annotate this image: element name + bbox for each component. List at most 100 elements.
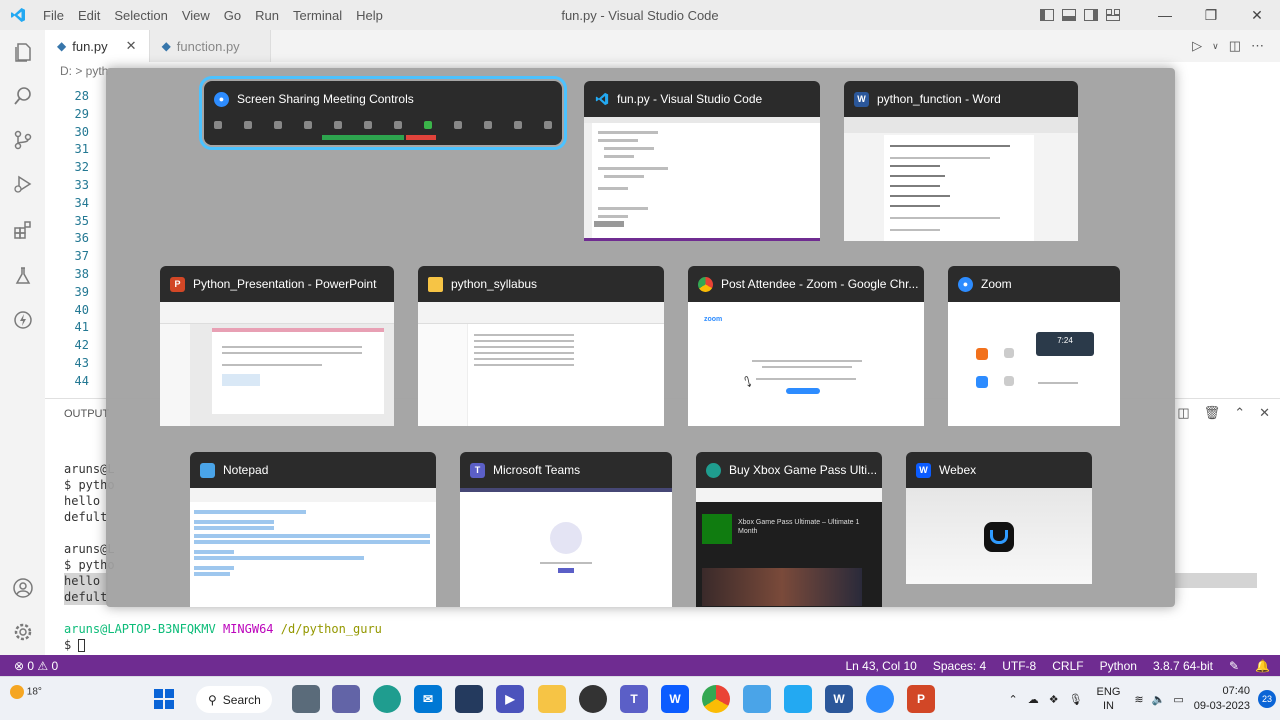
chevron-down-icon[interactable]: ∨ bbox=[1212, 41, 1219, 52]
card-title: Buy Xbox Game Pass Ulti... bbox=[729, 463, 878, 477]
switcher-card-webex[interactable]: W Webex bbox=[906, 452, 1092, 584]
switcher-card-notepad[interactable]: Notepad bbox=[190, 452, 436, 607]
language-mode[interactable]: Python bbox=[1100, 659, 1137, 673]
extensions-icon[interactable] bbox=[0, 210, 45, 250]
breadcrumb[interactable]: D: > pyth bbox=[60, 64, 108, 78]
indentation[interactable]: Spaces: 4 bbox=[933, 659, 986, 673]
card-title: Microsoft Teams bbox=[493, 463, 581, 477]
menu-help[interactable]: Help bbox=[349, 8, 390, 23]
python-interpreter[interactable]: 3.8.7 64-bit bbox=[1153, 659, 1213, 673]
task-view-icon[interactable] bbox=[292, 685, 320, 713]
close-panel-icon[interactable]: ✕ bbox=[1259, 405, 1270, 421]
webex-taskbar-icon[interactable]: W bbox=[661, 685, 689, 713]
run-python-file-icon[interactable]: ▷ bbox=[1192, 38, 1202, 54]
menu-file[interactable]: File bbox=[36, 8, 71, 23]
encoding[interactable]: UTF-8 bbox=[1002, 659, 1036, 673]
accounts-icon[interactable] bbox=[0, 568, 45, 608]
microphone-icon[interactable]: 🎙 bbox=[1069, 693, 1083, 706]
split-editor-icon[interactable]: ◫ bbox=[1229, 38, 1241, 54]
vscode-taskbar-icon[interactable] bbox=[784, 685, 812, 713]
lightning-icon[interactable] bbox=[0, 300, 45, 340]
settings-gear-icon[interactable] bbox=[0, 612, 45, 652]
switcher-card-powerpoint[interactable]: P Python_Presentation - PowerPoint bbox=[160, 266, 394, 426]
switcher-card-vscode[interactable]: fun.py - Visual Studio Code bbox=[584, 81, 820, 241]
tab-function-py[interactable]: ◆ function.py bbox=[149, 30, 271, 62]
powerpoint-taskbar-icon[interactable]: P bbox=[907, 685, 935, 713]
media-player-icon[interactable]: ▶ bbox=[496, 685, 524, 713]
clock[interactable]: 07:40 09-03-2023 bbox=[1194, 684, 1250, 714]
menu-go[interactable]: Go bbox=[217, 8, 248, 23]
panel-tab-output[interactable]: OUTPUT bbox=[64, 408, 109, 420]
vscode-icon bbox=[594, 92, 609, 107]
battery-icon[interactable]: ▭ bbox=[1173, 693, 1183, 706]
menu-run[interactable]: Run bbox=[248, 8, 286, 23]
wifi-icon[interactable]: ≋ bbox=[1134, 693, 1143, 706]
chrome-taskbar-icon[interactable] bbox=[702, 685, 730, 713]
terminal-input-line[interactable]: $ bbox=[64, 638, 86, 652]
taskbar-search[interactable]: ⚲ Search bbox=[196, 686, 272, 713]
start-windows-icon[interactable] bbox=[150, 685, 178, 713]
language-indicator[interactable]: ENG IN bbox=[1097, 685, 1121, 713]
explorer-icon[interactable] bbox=[0, 32, 45, 72]
cursor-position[interactable]: Ln 43, Col 10 bbox=[845, 659, 916, 673]
menu-selection[interactable]: Selection bbox=[107, 8, 174, 23]
switcher-card-chrome[interactable]: Post Attendee - Zoom - Google Chr... zoo… bbox=[688, 266, 924, 426]
line-ending[interactable]: CRLF bbox=[1052, 659, 1083, 673]
switcher-card-teams[interactable]: T Microsoft Teams bbox=[460, 452, 672, 607]
run-debug-icon[interactable] bbox=[0, 164, 45, 204]
chat-icon[interactable] bbox=[332, 685, 360, 713]
kill-terminal-icon[interactable]: 🗑 bbox=[1204, 405, 1221, 421]
toggle-secondary-sidebar-icon[interactable] bbox=[1080, 5, 1102, 25]
switcher-card-zoom-controls[interactable]: ● Screen Sharing Meeting Controls bbox=[199, 76, 567, 150]
zoom-taskbar-icon[interactable] bbox=[866, 685, 894, 713]
menu-view[interactable]: View bbox=[175, 8, 217, 23]
terminal-line: hello bbox=[64, 494, 101, 508]
customize-layout-icon[interactable] bbox=[1102, 5, 1124, 25]
notifications-bell-icon[interactable]: 🔔 bbox=[1255, 659, 1270, 673]
onedrive-icon[interactable]: ☁ bbox=[1028, 693, 1039, 706]
title-bar: File Edit Selection View Go Run Terminal… bbox=[0, 0, 1280, 30]
split-terminal-icon[interactable]: ◫ bbox=[1177, 405, 1189, 421]
more-actions-icon[interactable]: ⋯ bbox=[1251, 38, 1264, 54]
weather-widget[interactable]: 18° bbox=[10, 685, 42, 699]
teams-taskbar-icon[interactable]: T bbox=[620, 685, 648, 713]
problems-indicator[interactable]: ⊗ 0 ⚠ 0 bbox=[0, 659, 58, 673]
menu-terminal[interactable]: Terminal bbox=[286, 8, 349, 23]
line-number: 31 bbox=[74, 142, 89, 157]
toggle-sidebar-icon[interactable] bbox=[1036, 5, 1058, 25]
line-number-gutter: 28 29 30 31 32 33 34 35 36 37 38 39 40 4… bbox=[45, 89, 89, 392]
search-icon[interactable] bbox=[0, 76, 45, 116]
task-switcher: ● Screen Sharing Meeting Controls fun.py … bbox=[106, 68, 1175, 607]
switcher-card-zoom[interactable]: ● Zoom 7:24 bbox=[948, 266, 1120, 426]
testing-flask-icon[interactable] bbox=[0, 256, 45, 296]
github-icon[interactable] bbox=[579, 685, 607, 713]
switcher-card-word[interactable]: Wpython_function - Word bbox=[844, 81, 1078, 241]
line-number: 29 bbox=[74, 106, 89, 121]
close-window-button[interactable]: ✕ bbox=[1234, 0, 1280, 30]
notification-badge[interactable]: 23 bbox=[1258, 690, 1276, 708]
toggle-panel-icon[interactable] bbox=[1058, 5, 1080, 25]
file-explorer-icon[interactable] bbox=[538, 685, 566, 713]
dropbox-icon[interactable]: ❖ bbox=[1049, 693, 1059, 706]
feedback-icon[interactable]: ✎ bbox=[1229, 659, 1239, 673]
chevron-up-icon[interactable]: ⌃ bbox=[1008, 693, 1017, 706]
edge-taskbar-icon[interactable] bbox=[373, 685, 401, 713]
switcher-card-edge[interactable]: Buy Xbox Game Pass Ulti... Xbox Game Pas… bbox=[696, 452, 882, 607]
volume-icon[interactable]: 🔈 bbox=[1152, 693, 1166, 706]
zoom-icon: ● bbox=[958, 276, 973, 292]
source-control-icon[interactable] bbox=[0, 120, 45, 160]
close-tab-icon[interactable]: ✕ bbox=[126, 38, 137, 54]
restore-button[interactable]: ❐ bbox=[1188, 0, 1234, 30]
tab-fun-py[interactable]: ◆ fun.py ✕ bbox=[45, 30, 150, 62]
teams-icon: T bbox=[470, 462, 485, 478]
mail-icon[interactable]: ✉ bbox=[414, 685, 442, 713]
word-taskbar-icon[interactable]: W bbox=[825, 685, 853, 713]
card-thumbnail bbox=[190, 488, 436, 607]
menu-edit[interactable]: Edit bbox=[71, 8, 107, 23]
store-icon[interactable] bbox=[455, 685, 483, 713]
maximize-panel-icon[interactable]: ⌃ bbox=[1234, 405, 1245, 421]
notepad-taskbar-icon[interactable] bbox=[743, 685, 771, 713]
zoom-icon: ● bbox=[214, 91, 229, 107]
minimize-button[interactable]: — bbox=[1142, 0, 1188, 30]
switcher-card-explorer[interactable]: python_syllabus bbox=[418, 266, 664, 426]
